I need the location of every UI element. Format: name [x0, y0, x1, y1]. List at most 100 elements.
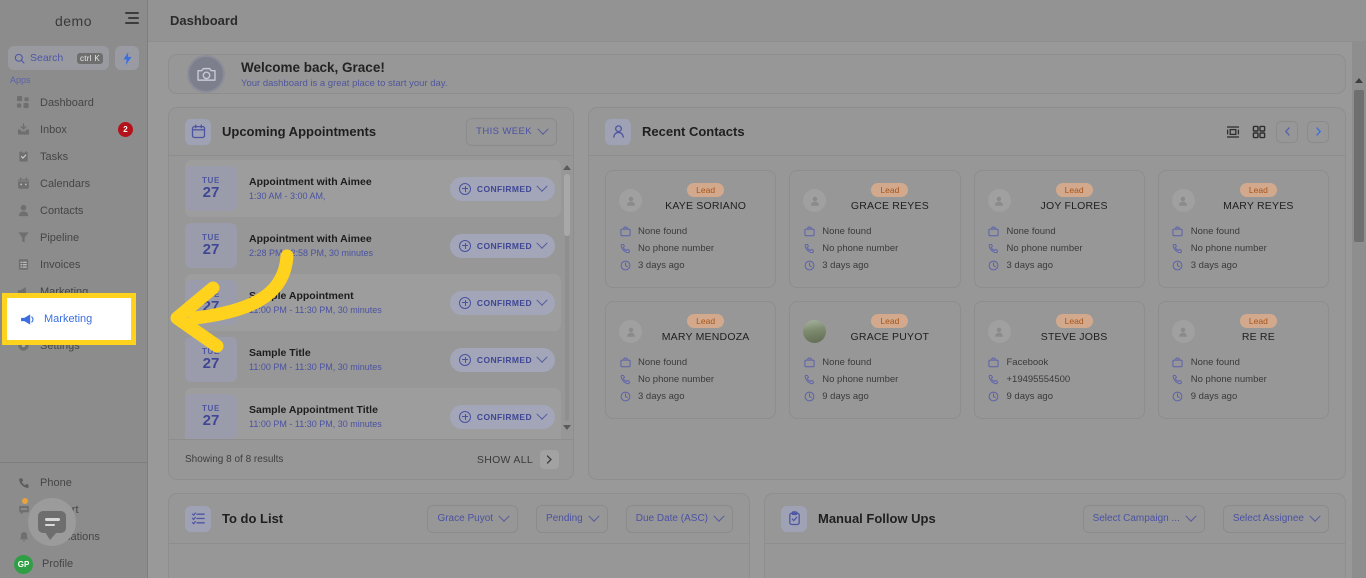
welcome-subtitle: Your dashboard is a great place to start…: [241, 77, 448, 89]
appointment-date: TUE 27: [185, 166, 237, 211]
appointments-results-text: Showing 8 of 8 results: [185, 454, 284, 465]
contact-card[interactable]: Lead JOY FLORES None found No phone numb…: [973, 170, 1145, 288]
appointments-header: Upcoming Appointments THIS WEEK: [169, 108, 573, 156]
phone-icon: [988, 242, 1000, 254]
appointment-row[interactable]: TUE 27 Appointment with Aimee 2:28 PM - …: [185, 217, 561, 274]
appointment-status-label: CONFIRMED: [476, 183, 532, 194]
scrollbar-thumb[interactable]: [564, 174, 570, 236]
contact-phone: No phone number: [1190, 373, 1267, 385]
appointments-range-select[interactable]: THIS WEEK: [466, 117, 557, 146]
bell-icon: [16, 529, 31, 544]
clipboard-check-icon: [16, 149, 31, 164]
sidebar-item-pipeline[interactable]: Pipeline: [0, 224, 147, 251]
show-all-arrow-icon[interactable]: [540, 450, 559, 469]
contact-time: 3 days ago: [638, 390, 685, 402]
chat-widget-button[interactable]: [28, 498, 76, 546]
grid-view-icon[interactable]: [1250, 123, 1267, 140]
status-badge: Lead: [687, 183, 725, 197]
sidebar-item-dashboard[interactable]: Dashboard: [0, 89, 147, 116]
avatar: [803, 189, 827, 212]
contact-card[interactable]: Lead MARY MENDOZA None found No phone nu…: [605, 301, 777, 419]
contacts-header: Recent Contacts: [589, 108, 1345, 156]
sidebar-item-label: Dashboard: [40, 96, 94, 109]
sidebar-search-row: Search ctrl K: [0, 42, 147, 72]
followups-campaign-select[interactable]: Select Campaign ...: [1082, 504, 1205, 533]
todo-assignee-select[interactable]: Grace Puyot: [427, 504, 519, 533]
grid-icon: [16, 95, 31, 110]
briefcase-icon: [988, 356, 1000, 368]
chevron-down-icon: [588, 510, 600, 522]
contact-company: None found: [638, 225, 688, 237]
appointment-status-select[interactable]: CONFIRMED: [449, 233, 555, 258]
hamburger-menu-icon[interactable]: [125, 12, 139, 24]
todo-sort-value: Due Date (ASC): [635, 513, 708, 524]
appointment-status-select[interactable]: CONFIRMED: [449, 290, 555, 315]
appointment-row[interactable]: TUE 27 Sample Title 11:00 PM - 11:30 PM,…: [185, 331, 561, 388]
followups-assignee-select[interactable]: Select Assignee: [1222, 504, 1329, 533]
contact-card[interactable]: Lead STEVE JOBS Facebook +19495554500 9 …: [973, 301, 1145, 419]
contacts-next-page-button[interactable]: [1307, 120, 1329, 143]
search-input[interactable]: Search ctrl K: [8, 46, 109, 70]
followups-title: Manual Follow Ups: [818, 511, 936, 526]
contact-name: STEVE JOBS: [1040, 331, 1108, 343]
appointment-date: TUE 27: [185, 280, 237, 325]
contact-card[interactable]: Lead KAYE SORIANO None found No phone nu…: [605, 170, 777, 288]
person-icon: [16, 203, 31, 218]
page-scrollbar[interactable]: [1352, 42, 1366, 578]
scrollbar-thumb[interactable]: [1354, 90, 1364, 242]
contact-name: RE RE: [1241, 331, 1275, 343]
appointment-row[interactable]: TUE 27 Sample Appointment Title 11:00 PM…: [185, 388, 561, 439]
scroll-down-arrow-icon[interactable]: [563, 425, 571, 433]
contact-phone: No phone number: [638, 373, 715, 385]
quick-action-bolt-icon[interactable]: [115, 46, 139, 70]
todo-status-select[interactable]: Pending: [536, 504, 608, 533]
todo-sort-select[interactable]: Due Date (ASC): [625, 504, 733, 533]
todo-list-panel: To do List Grace Puyot Pending Due Date …: [168, 493, 750, 578]
appointments-list[interactable]: TUE 27 Appointment with Aimee 1:30 AM - …: [169, 156, 573, 439]
contact-name: KAYE SORIANO: [665, 200, 747, 212]
contact-card[interactable]: Lead MARY REYES None found No phone numb…: [1157, 170, 1329, 288]
sidebar-item-profile[interactable]: GP Profile: [0, 550, 147, 578]
appointment-status-select[interactable]: CONFIRMED: [449, 347, 555, 372]
appointment-status-select[interactable]: CONFIRMED: [449, 176, 555, 201]
contact-name: GRACE REYES: [850, 200, 929, 212]
appointment-status-select[interactable]: CONFIRMED: [449, 404, 555, 429]
contacts-prev-page-button[interactable]: [1276, 120, 1298, 143]
list-view-icon[interactable]: [1224, 123, 1241, 140]
appointment-row[interactable]: TUE 27 Appointment with Aimee 1:30 AM - …: [185, 160, 561, 217]
sidebar-item-calendars[interactable]: Calendars: [0, 170, 147, 197]
main-area: Dashboard Welcome back, Grace! Your dash…: [148, 0, 1366, 578]
contact-name: GRACE PUYOT: [850, 331, 930, 343]
sidebar-item-tasks[interactable]: Tasks: [0, 143, 147, 170]
sidebar-item-contacts[interactable]: Contacts: [0, 197, 147, 224]
appointment-time: 1:30 AM - 3:00 AM,: [249, 191, 326, 201]
sidebar-item-inbox[interactable]: Inbox 2: [0, 116, 147, 143]
sidebar-item-label: Inbox: [40, 123, 67, 136]
phone-icon: [1172, 373, 1184, 385]
megaphone-icon: [20, 312, 35, 327]
contact-card[interactable]: Lead GRACE PUYOT None found No phone num…: [789, 301, 961, 419]
contact-card[interactable]: Lead GRACE REYES None found No phone num…: [789, 170, 961, 288]
sidebar-item-invoices[interactable]: Invoices: [0, 251, 147, 278]
todo-assignee-value: Grace Puyot: [437, 513, 494, 524]
manual-followups-panel: Manual Follow Ups Select Campaign ... Se…: [764, 493, 1346, 578]
appointment-time: 11:00 PM - 11:30 PM, 30 minutes: [249, 362, 382, 372]
avatar: [803, 320, 827, 343]
scroll-up-arrow-icon[interactable]: [563, 162, 571, 170]
plus-circle-icon: [458, 296, 471, 309]
sidebar-item-phone[interactable]: Phone: [0, 469, 147, 496]
appointment-title: Appointment with Aimee: [249, 233, 372, 245]
clipboard-check-icon: [781, 505, 807, 532]
show-all-link[interactable]: SHOW ALL: [477, 454, 533, 466]
chevron-down-icon: [536, 180, 548, 192]
camera-avatar-icon[interactable]: [187, 55, 225, 93]
sidebar-item-label-highlighted[interactable]: Marketing: [44, 313, 92, 325]
appointments-scrollbar[interactable]: [563, 162, 571, 433]
todo-title: To do List: [222, 511, 284, 526]
contact-card[interactable]: Lead RE RE None found No phone number 9 …: [1157, 301, 1329, 419]
status-badge: Lead: [871, 183, 909, 197]
briefcase-icon: [619, 356, 631, 368]
appointment-row[interactable]: TUE 27 Sample Appointment 11:00 PM - 11:…: [185, 274, 561, 331]
clock-icon: [1172, 390, 1184, 402]
scroll-up-arrow-icon[interactable]: [1355, 78, 1363, 83]
